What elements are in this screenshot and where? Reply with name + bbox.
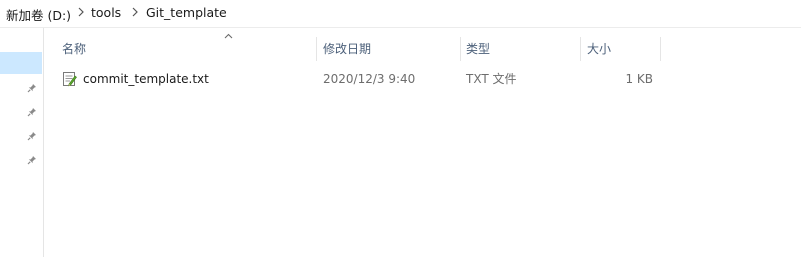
column-header-size[interactable]: 大小 xyxy=(587,37,611,61)
breadcrumb-item-drive[interactable]: 新加卷 (D:) xyxy=(6,5,71,24)
column-header-name[interactable]: 名称 xyxy=(62,37,86,61)
breadcrumb-item-tools[interactable]: tools xyxy=(91,5,121,20)
text-file-icon xyxy=(63,72,77,87)
sort-up-icon xyxy=(224,33,233,39)
column-divider[interactable] xyxy=(316,37,317,61)
pin-icon[interactable] xyxy=(27,155,37,165)
chevron-right-icon[interactable] xyxy=(130,6,140,18)
column-divider[interactable] xyxy=(660,37,661,61)
pin-icon[interactable] xyxy=(27,107,37,117)
file-type: TXT 文件 xyxy=(466,72,517,86)
column-header-date[interactable]: 修改日期 xyxy=(323,37,371,61)
column-header-row: 名称 修改日期 类型 大小 xyxy=(44,33,801,61)
file-size: 1 KB xyxy=(625,72,653,86)
breadcrumb-item-git-template[interactable]: Git_template xyxy=(146,5,227,20)
breadcrumb: 新加卷 (D:) tools Git_template xyxy=(0,0,801,28)
navigation-pane xyxy=(0,28,44,257)
column-divider[interactable] xyxy=(580,37,581,61)
file-modified-date: 2020/12/3 9:40 xyxy=(323,72,416,86)
chevron-right-icon[interactable] xyxy=(76,6,86,18)
column-divider[interactable] xyxy=(460,37,461,61)
file-row[interactable]: commit_template.txt 2020/12/3 9:40 TXT 文… xyxy=(44,66,801,92)
pin-icon[interactable] xyxy=(27,83,37,93)
pin-icon[interactable] xyxy=(27,131,37,141)
nav-item-selected[interactable] xyxy=(0,52,42,74)
column-header-type[interactable]: 类型 xyxy=(466,37,490,61)
file-name[interactable]: commit_template.txt xyxy=(83,66,209,92)
